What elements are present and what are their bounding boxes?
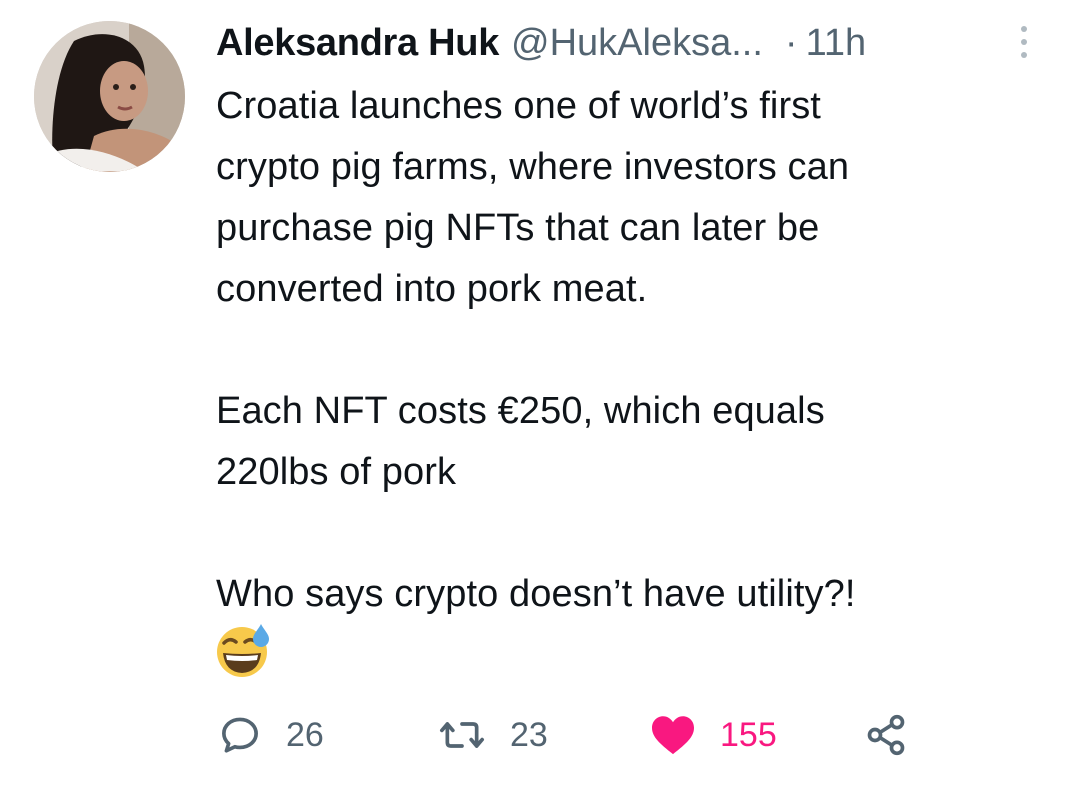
retweet-button[interactable]: 23 bbox=[438, 700, 548, 770]
separator-dot: · bbox=[784, 21, 798, 64]
grinning-face-with-sweat-icon bbox=[217, 624, 269, 677]
reply-count: 26 bbox=[286, 715, 324, 754]
tweet-paragraph-3: Who says crypto doesn’t have utility?! bbox=[216, 564, 1016, 625]
retweet-icon bbox=[440, 722, 484, 748]
heart-icon bbox=[652, 716, 694, 755]
tweet-line: Croatia launches one of world’s first bbox=[216, 85, 821, 127]
avatar[interactable] bbox=[34, 21, 185, 172]
tweet-line: purchase pig NFTs that can later be bbox=[216, 207, 820, 249]
tweet-action-bar: 26 23 155 bbox=[0, 700, 1080, 770]
tweet-timestamp[interactable]: 11h bbox=[806, 22, 867, 65]
tweet-paragraph-2: Each NFT costs €250, which equals 220lbs… bbox=[216, 381, 1016, 503]
tweet-line: converted into pork meat. bbox=[216, 268, 648, 310]
tweet-line: crypto pig farms, where investors can bbox=[216, 146, 850, 188]
more-dot bbox=[1021, 39, 1027, 45]
share-button[interactable] bbox=[864, 700, 908, 770]
tweet-line: Who says crypto doesn’t have utility?! bbox=[216, 573, 856, 615]
retweet-count: 23 bbox=[510, 715, 548, 754]
tweet-line: Each NFT costs €250, which equals bbox=[216, 390, 825, 432]
like-count: 155 bbox=[720, 715, 777, 754]
avatar-photo bbox=[34, 21, 185, 172]
tweet-text: Croatia launches one of world’s first cr… bbox=[216, 76, 1016, 625]
more-dot bbox=[1021, 26, 1027, 32]
author-handle[interactable]: @HukAleksa... bbox=[511, 22, 763, 65]
share-icon bbox=[867, 714, 905, 756]
more-options-icon[interactable] bbox=[1010, 22, 1038, 62]
author-name[interactable]: Aleksandra Huk bbox=[216, 22, 499, 65]
reply-icon bbox=[222, 717, 258, 753]
more-dot bbox=[1021, 52, 1027, 58]
reply-button[interactable]: 26 bbox=[218, 700, 324, 770]
tweet-line: 220lbs of pork bbox=[216, 451, 457, 493]
tweet-header: Aleksandra Huk @HukAleksa... · 11h bbox=[216, 18, 1060, 68]
like-button[interactable]: 155 bbox=[650, 700, 777, 770]
tweet-paragraph-1: Croatia launches one of world’s first cr… bbox=[216, 76, 1016, 320]
